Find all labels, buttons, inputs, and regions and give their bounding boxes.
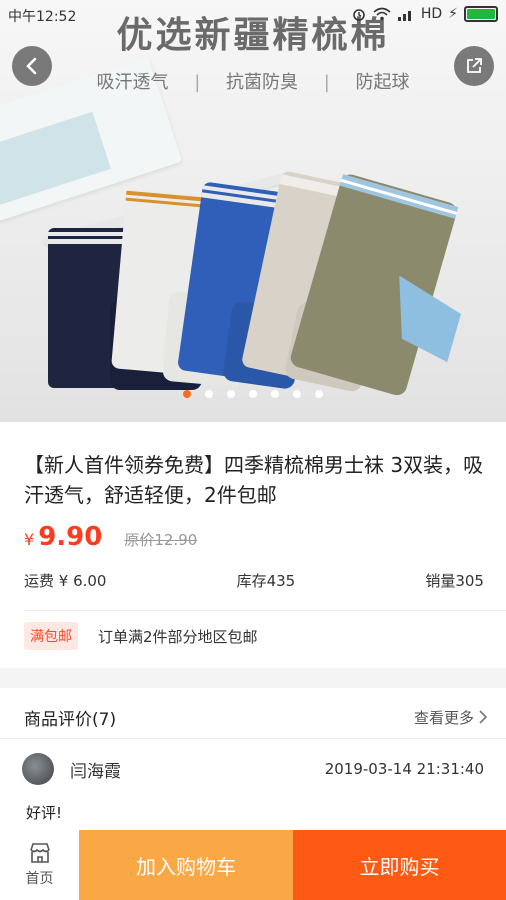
view-more-link[interactable]: 查看更多 — [414, 707, 488, 728]
review-text: 好评! — [26, 804, 63, 822]
banner-tag: 抗菌防臭 — [226, 72, 298, 93]
socks-product-image — [48, 171, 462, 396]
share-button[interactable] — [454, 46, 494, 86]
carousel-dot[interactable] — [293, 390, 301, 398]
avatar — [22, 753, 54, 785]
carousel-dot[interactable] — [315, 390, 323, 398]
shipping-note: 订单满2件部分地区包邮 — [98, 627, 258, 646]
status-time: 中午12:52 — [8, 9, 77, 25]
bottom-action-bar: 首页 加入购物车 立即购买 — [0, 830, 506, 900]
review-item: 闫海霞 2019-03-14 21:31:40 — [22, 751, 484, 787]
alarm-icon — [353, 9, 365, 21]
review-date: 2019-03-14 21:31:40 — [324, 760, 484, 778]
share-icon — [467, 58, 482, 73]
divider — [24, 610, 506, 611]
tag-separator: | — [323, 72, 330, 93]
reviews-title: 商品评价(7) — [24, 709, 117, 730]
product-title: 【新人首件领券免费】四季精梳棉男士袜 3双装，吸汗透气，舒适轻便，2件包邮 — [24, 453, 484, 507]
battery-icon — [464, 6, 498, 22]
price-currency: ¥ — [24, 530, 35, 549]
status-bar: 中午12:52 HD ⚡ — [0, 0, 506, 28]
carousel-dot-active[interactable] — [183, 390, 191, 398]
signal-icon — [397, 11, 411, 21]
carousel-dot[interactable] — [271, 390, 279, 398]
carousel-indicator[interactable] — [0, 390, 506, 398]
product-image-banner[interactable]: 优选新疆精梳棉 吸汗透气 | 抗菌防臭 | 防起球 — [0, 0, 506, 422]
price-row: ¥ 9.90 原价12.90 — [24, 522, 197, 552]
network-label: HD — [420, 6, 443, 22]
divider — [0, 738, 506, 739]
carousel-dot[interactable] — [249, 390, 257, 398]
chevron-right-icon — [479, 710, 488, 724]
free-shipping-badge: 满包邮 — [24, 622, 78, 650]
view-more-label[interactable]: 查看更多 — [414, 707, 474, 728]
buy-now-button[interactable]: 立即购买 — [293, 830, 506, 900]
tag-separator: | — [194, 72, 201, 93]
home-label[interactable]: 首页 — [26, 868, 54, 888]
carousel-dot[interactable] — [205, 390, 213, 398]
banner-tag: 防起球 — [355, 72, 410, 93]
back-button[interactable] — [12, 46, 52, 86]
product-info: 【新人首件领券免费】四季精梳棉男士袜 3双装，吸汗透气，舒适轻便，2件包邮 ¥ … — [0, 422, 506, 668]
banner-tags: 吸汗透气 | 抗菌防臭 | 防起球 — [0, 68, 506, 94]
carousel-dot[interactable] — [227, 390, 235, 398]
charging-icon: ⚡ — [448, 6, 458, 22]
shipping-promo: 满包邮 订单满2件部分地区包邮 — [24, 622, 258, 650]
wifi-icon — [373, 7, 391, 21]
shop-icon — [29, 843, 50, 863]
add-to-cart-button[interactable]: 加入购物车 — [79, 830, 293, 900]
shipping-fee: 运费 ¥ 6.00 — [24, 572, 107, 590]
original-price: 原价12.90 — [124, 531, 198, 549]
banner-tag: 吸汗透气 — [96, 72, 169, 93]
back-arrow-icon — [26, 57, 37, 75]
reviewer-name: 闫海霞 — [70, 761, 121, 782]
home-tab[interactable]: 首页 — [0, 830, 79, 900]
reviews-header: 商品评价(7) 查看更多 — [24, 700, 488, 734]
current-price: 9.90 — [38, 522, 103, 552]
stock-count: 库存435 — [236, 572, 296, 590]
status-icons: HD ⚡ — [351, 6, 498, 22]
sales-count: 销量305 — [425, 572, 484, 590]
product-meta: 运费 ¥ 6.00 库存435 销量305 — [24, 570, 484, 591]
